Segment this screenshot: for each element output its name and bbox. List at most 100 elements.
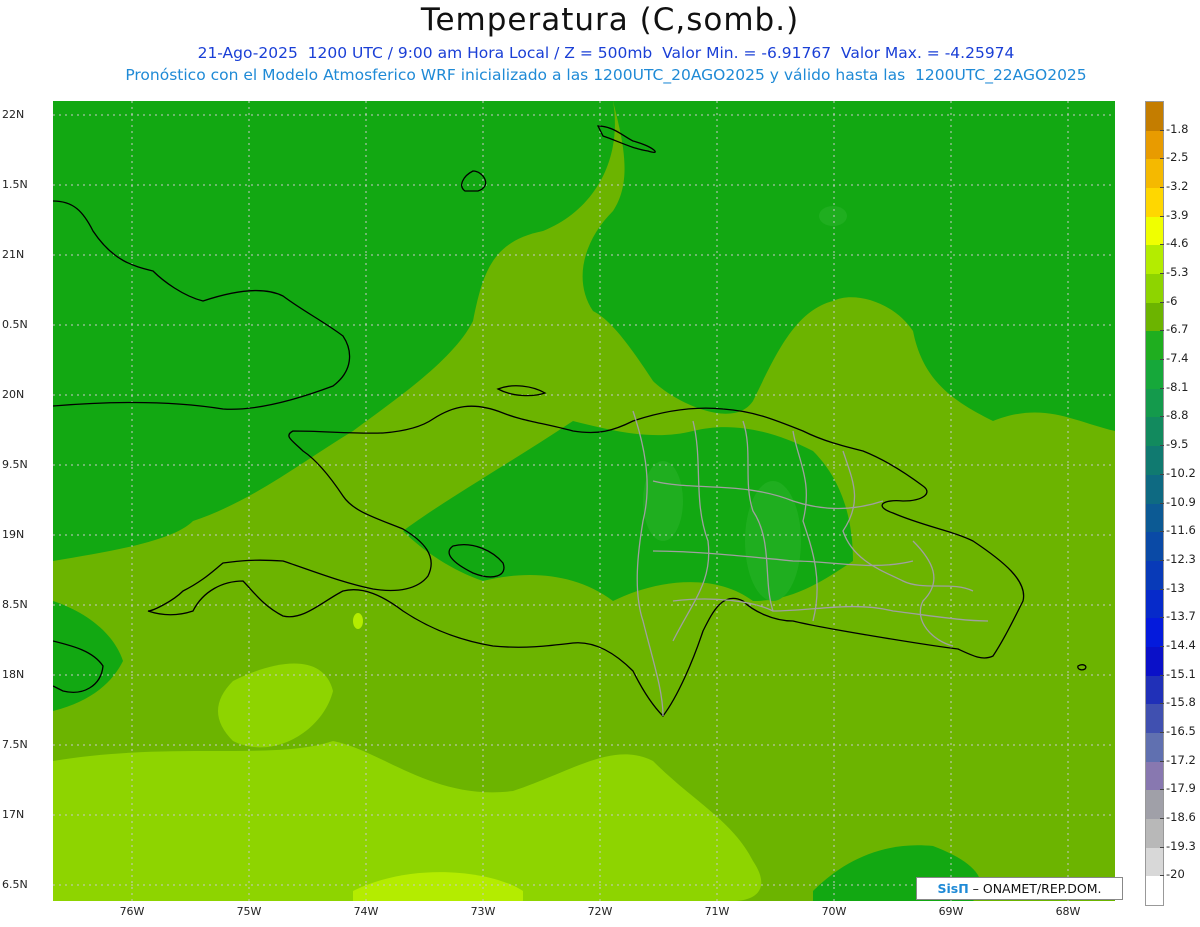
- lat-label: 1.5N: [2, 178, 28, 191]
- color-scale-segment: [1146, 159, 1163, 189]
- color-scale-label: -2.5: [1166, 150, 1189, 165]
- color-scale-tick: [1160, 330, 1164, 332]
- color-scale-label: -8.1: [1166, 379, 1189, 394]
- color-scale-tick: [1160, 531, 1164, 533]
- lat-label: 0.5N: [2, 318, 28, 331]
- subtitle-valid-time: 21-Ago-2025 1200 UTC / 9:00 am Hora Loca…: [197, 44, 1015, 62]
- lat-label: 20N: [2, 388, 25, 401]
- color-scale-segment: [1146, 245, 1163, 275]
- lon-label: 68W: [1055, 905, 1081, 918]
- color-scale-tick: [1160, 789, 1164, 791]
- color-scale-segment: [1146, 302, 1163, 332]
- color-scale-segment: [1146, 675, 1163, 705]
- color-scale-tick: [1160, 301, 1164, 303]
- color-scale-segment: [1146, 388, 1163, 418]
- color-scale-tick: [1160, 445, 1164, 447]
- color-scale-tick: [1160, 473, 1164, 475]
- lon-label: 73W: [470, 905, 496, 918]
- color-scale-segment: [1146, 130, 1163, 160]
- temperature-map: [52, 101, 1115, 901]
- lat-label: 18N: [2, 668, 25, 681]
- color-scale-segment: [1146, 216, 1163, 246]
- color-scale-segment: [1146, 560, 1163, 591]
- color-scale-label: -5.3: [1166, 265, 1189, 280]
- color-scale-label: -10.2: [1166, 465, 1196, 480]
- color-scale-label: -19.3: [1166, 838, 1196, 853]
- color-scale-label: -1.8: [1166, 121, 1189, 136]
- lon-label: 71W: [704, 905, 730, 918]
- color-scale-label: -17.2: [1166, 752, 1196, 767]
- color-scale-segment: [1146, 331, 1163, 361]
- color-scale-segment: [1146, 417, 1163, 447]
- color-scale-tick: [1160, 703, 1164, 705]
- lat-label: 6.5N: [2, 878, 28, 891]
- color-scale-segment: [1146, 360, 1163, 390]
- color-scale-label: -3.2: [1166, 179, 1189, 194]
- color-scale-tick: [1160, 416, 1164, 418]
- color-scale-label: -9.5: [1166, 437, 1189, 452]
- color-scale-label: -13: [1166, 580, 1185, 595]
- lat-label: 7.5N: [2, 738, 28, 751]
- lon-label: 76W: [119, 905, 145, 918]
- lon-label: 70W: [821, 905, 847, 918]
- color-scale-tick: [1160, 129, 1164, 131]
- subtitle-model-info: Pronóstico con el Modelo Atmosferico WRF…: [125, 66, 1087, 84]
- lon-label: 75W: [236, 905, 262, 918]
- lat-label: 19N: [2, 528, 25, 541]
- color-scale-label: -6.7: [1166, 322, 1189, 337]
- color-scale-segment: [1146, 790, 1163, 820]
- color-scale-segment: [1146, 818, 1163, 849]
- color-scale-label: -16.5: [1166, 723, 1196, 738]
- color-scale-label: -7.4: [1166, 351, 1189, 366]
- color-scale-label: -20: [1166, 867, 1185, 882]
- color-scale-segment: [1146, 618, 1163, 648]
- lon-label: 74W: [353, 905, 379, 918]
- lat-label: 17N: [2, 808, 25, 821]
- color-scale-tick: [1160, 158, 1164, 160]
- color-scale-label: -10.9: [1166, 494, 1196, 509]
- color-scale-tick: [1160, 359, 1164, 361]
- color-scale-label: -18.6: [1166, 809, 1196, 824]
- lat-label: 9.5N: [2, 458, 28, 471]
- lat-label: 22N: [2, 108, 25, 121]
- color-scale-tick: [1160, 559, 1164, 561]
- color-scale-tick: [1160, 273, 1164, 275]
- color-scale-tick: [1160, 588, 1164, 590]
- color-scale-segment: [1146, 474, 1163, 504]
- color-scale-label: -12.3: [1166, 551, 1196, 566]
- color-scale-segment: [1146, 532, 1163, 562]
- lon-label: 69W: [938, 905, 964, 918]
- color-scale-label: -6: [1166, 293, 1178, 308]
- color-scale-segment: [1146, 503, 1163, 533]
- color-scale-label: -11.6: [1166, 523, 1196, 538]
- color-scale-segment: [1146, 446, 1163, 476]
- color-scale-tick: [1160, 387, 1164, 389]
- sispi-logo: SisΠ: [937, 881, 969, 896]
- color-scale-label: -8.8: [1166, 408, 1189, 423]
- map-canvas: [52, 101, 1115, 901]
- color-scale-tick: [1160, 617, 1164, 619]
- color-scale-tick: [1160, 645, 1164, 647]
- color-scale-tick: [1160, 244, 1164, 246]
- color-scale-segment: [1146, 847, 1163, 877]
- color-scale-tick: [1160, 846, 1164, 848]
- color-scale-segment: [1146, 646, 1163, 677]
- color-scale-segment: [1146, 102, 1163, 132]
- color-scale-label: -15.8: [1166, 695, 1196, 710]
- color-scale-label: -15.1: [1166, 666, 1196, 681]
- lat-label: 21N: [2, 248, 25, 261]
- color-scale-tick: [1160, 731, 1164, 733]
- color-scale-segment: [1146, 761, 1163, 791]
- color-scale-segment: [1146, 589, 1163, 619]
- color-scale-label: -4.6: [1166, 236, 1189, 251]
- credit-box: SisΠ – ONAMET/REP.DOM.: [916, 877, 1123, 900]
- color-scale-tick: [1160, 760, 1164, 762]
- color-scale-tick: [1160, 502, 1164, 504]
- color-scale-segment: [1146, 876, 1163, 906]
- lon-label: 72W: [587, 905, 613, 918]
- chart-title: Temperatura (C,somb.): [420, 2, 800, 38]
- color-scale-bar: [1145, 101, 1164, 906]
- credit-text: – ONAMET/REP.DOM.: [968, 881, 1102, 896]
- color-scale-tick: [1160, 215, 1164, 217]
- color-scale-label: -13.7: [1166, 609, 1196, 624]
